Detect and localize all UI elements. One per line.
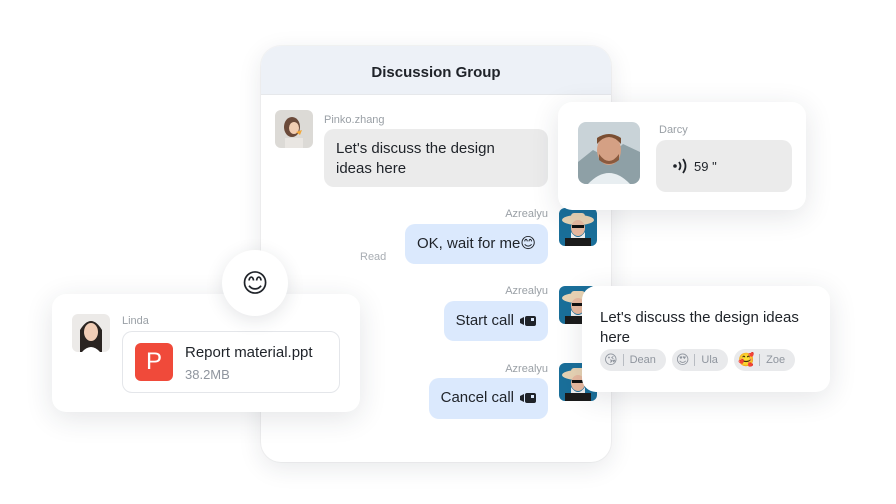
video-call-icon [520,393,536,404]
message-text-line: Let's discuss the design ideas [600,309,799,326]
read-status: Read [360,251,387,263]
separator [622,354,624,366]
avatar-pinko[interactable] [275,110,313,148]
cancel-call-bubble[interactable]: Cancel call [428,378,548,419]
avatar-image [275,110,313,148]
message-text-line: ideas here [336,160,407,177]
file-message-card: Linda P Report material.ppt 38.2MB [52,294,360,412]
start-call-bubble[interactable]: Start call [443,301,548,341]
video-call-icon [520,316,536,327]
sender-name: Darcy [659,124,688,136]
chat-header: Discussion Group [261,46,611,94]
message-text-line: here [600,329,631,346]
header-divider [261,94,611,95]
sender-name: Linda [122,315,149,327]
file-type-letter: P [145,348,162,375]
smile-emoji: 😊 [520,235,536,252]
reactor-name: Dean [629,354,656,366]
sender-name: Azrealyu [505,363,548,375]
ppt-file-icon: P [135,343,173,381]
avatar-linda[interactable] [72,314,110,352]
separator [694,354,696,366]
message-text: Cancel call [440,389,514,406]
avatar-azrealyu[interactable] [559,208,597,246]
message-text-line: Let's discuss the design [336,140,495,157]
emoji-reaction-bubble[interactable]: 😊 [222,250,288,316]
sender-name: Azrealyu [505,285,548,297]
reaction-message-text: Let's discuss the design ideas here [600,308,799,348]
voice-duration: 59 " [694,158,717,174]
sender-name: Pinko.zhang [324,114,385,126]
avatar-darcy[interactable] [578,122,640,184]
reaction-list: 😘 Dean 😍 Ula 🥰 Zoe [600,349,796,371]
message-text: OK, wait for me [417,235,521,252]
voice-message-bubble[interactable]: 59 " [656,140,792,192]
message-bubble[interactable]: OK, wait for me😊 [405,224,548,264]
file-name: Report material.ppt [185,344,313,361]
reactor-name: Ula [701,354,718,366]
reaction-chip-zoe[interactable]: 🥰 Zoe [733,349,796,371]
separator [759,354,761,366]
avatar-image [559,208,597,246]
avatar-image [72,314,110,352]
group-title: Discussion Group [371,63,501,81]
message-bubble[interactable]: Let's discuss the design ideas here [324,129,548,187]
heart-eyes-emoji-icon: 😍 [675,352,690,367]
file-size: 38.2MB [185,367,230,382]
sender-name: Azrealyu [505,208,548,220]
voice-message-card: Darcy 59 " [558,102,806,210]
kiss-emoji-icon: 😘 [604,352,618,367]
reaction-chip-ula[interactable]: 😍 Ula [671,349,728,371]
reaction-message-card: Let's discuss the design ideas here 😘 Dea… [582,286,830,392]
file-attachment[interactable]: P Report material.ppt 38.2MB [122,331,340,393]
avatar-image [578,122,640,184]
message-text: Start call [455,312,514,329]
reaction-chip-dean[interactable]: 😘 Dean [600,349,666,371]
reactor-name: Zoe [766,354,786,366]
smiling-hearts-emoji-icon: 🥰 [737,352,755,367]
voice-playback-icon [673,158,687,174]
smile-emoji-icon: 😊 [241,267,269,298]
